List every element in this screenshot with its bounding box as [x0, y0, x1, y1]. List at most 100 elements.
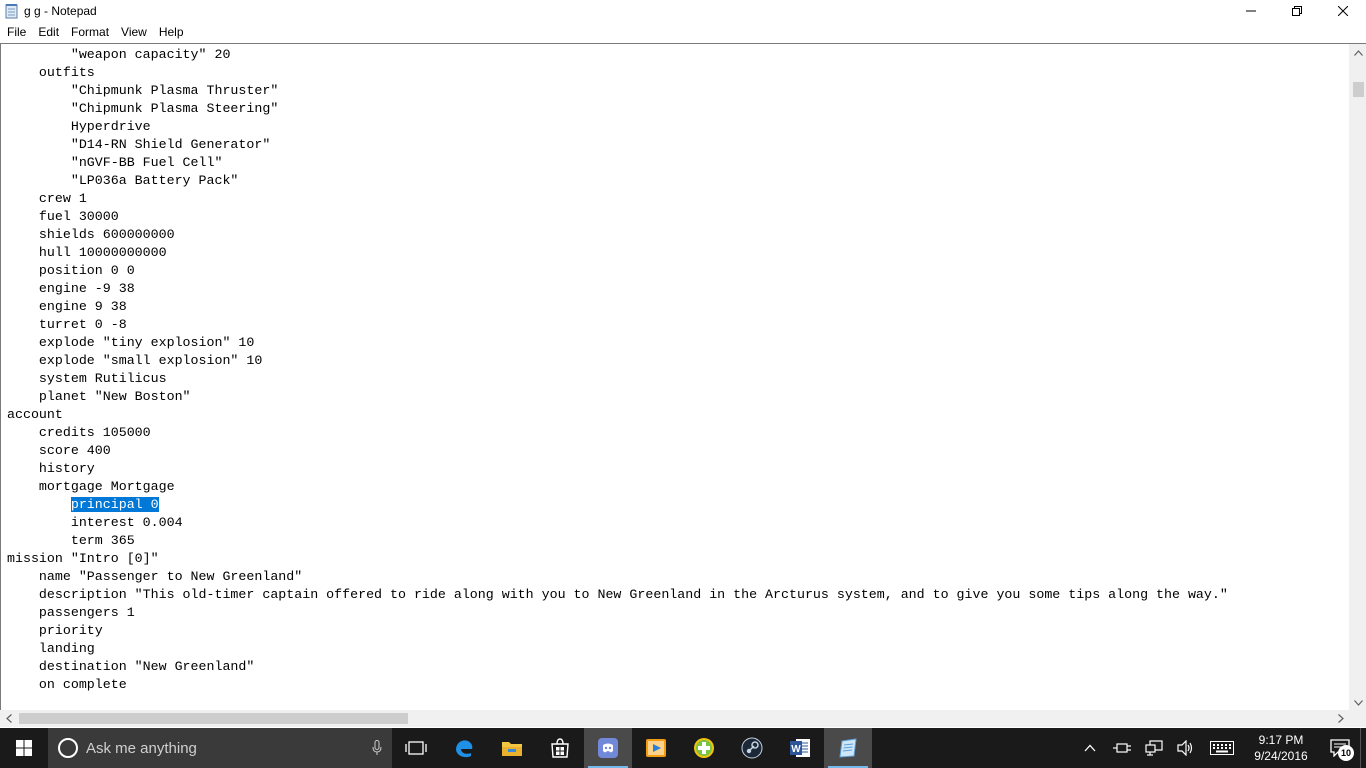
taskbar-clock[interactable]: 9:17 PM 9/24/2016 — [1242, 728, 1320, 768]
store-button[interactable] — [536, 728, 584, 768]
close-button[interactable] — [1320, 0, 1366, 22]
vertical-scroll-thumb[interactable] — [1353, 82, 1364, 97]
chevron-down-icon — [1354, 699, 1363, 706]
volume-tray-button[interactable] — [1170, 728, 1202, 768]
selected-text[interactable]: principal 0 — [70, 497, 159, 512]
menu-format[interactable]: Format — [65, 22, 115, 43]
text-line[interactable]: Hyperdrive — [7, 118, 1348, 136]
chevron-left-icon — [5, 714, 12, 723]
window-title: g g - Notepad — [24, 4, 97, 18]
file-explorer-button[interactable] — [488, 728, 536, 768]
text-line[interactable]: priority — [7, 622, 1348, 640]
text-line[interactable]: history — [7, 460, 1348, 478]
system-tray: 9:17 PM 9/24/2016 10 — [1074, 728, 1366, 768]
text-line[interactable]: term 365 — [7, 532, 1348, 550]
text-line[interactable]: engine 9 38 — [7, 298, 1348, 316]
text-line[interactable]: account — [7, 406, 1348, 424]
word-button[interactable]: W — [776, 728, 824, 768]
windows-logo-icon — [16, 740, 32, 756]
text-line[interactable]: passengers 1 — [7, 604, 1348, 622]
steam-button[interactable] — [728, 728, 776, 768]
text-line[interactable]: mission "Intro [0]" — [7, 550, 1348, 568]
text-line[interactable]: crew 1 — [7, 190, 1348, 208]
text-line[interactable]: hull 10000000000 — [7, 244, 1348, 262]
text-line[interactable]: score 400 — [7, 442, 1348, 460]
text-line[interactable]: "Chipmunk Plasma Steering" — [7, 100, 1348, 118]
text-line[interactable]: system Rutilicus — [7, 370, 1348, 388]
search-placeholder: Ask me anything — [86, 739, 197, 757]
scroll-up-button[interactable] — [1350, 44, 1366, 61]
menu-edit[interactable]: Edit — [32, 22, 65, 43]
vertical-scrollbar[interactable] — [1349, 44, 1366, 710]
discord-button[interactable] — [584, 728, 632, 768]
notepad-icon — [4, 3, 20, 19]
text-line[interactable]: "LP036a Battery Pack" — [7, 172, 1348, 190]
network-tray-button[interactable] — [1138, 728, 1170, 768]
power-tray-button[interactable] — [1106, 728, 1138, 768]
chevron-up-icon — [1354, 49, 1363, 56]
text-line[interactable]: interest 0.004 — [7, 514, 1348, 532]
menu-help[interactable]: Help — [153, 22, 190, 43]
window-controls — [1228, 0, 1366, 22]
notepad-taskbar-button[interactable] — [824, 728, 872, 768]
text-line[interactable]: fuel 30000 — [7, 208, 1348, 226]
media-player-icon — [646, 739, 666, 757]
text-content[interactable]: "weapon capacity" 20 outfits "Chipmunk P… — [7, 46, 1348, 710]
volume-icon — [1177, 740, 1193, 756]
menu-bar: File Edit Format View Help — [0, 22, 1366, 43]
text-line[interactable]: explode "small explosion" 10 — [7, 352, 1348, 370]
text-line[interactable]: shields 600000000 — [7, 226, 1348, 244]
media-player-button[interactable] — [632, 728, 680, 768]
restore-icon — [1292, 6, 1302, 16]
restore-button[interactable] — [1274, 0, 1320, 22]
text-line[interactable]: explode "tiny explosion" 10 — [7, 334, 1348, 352]
text-line[interactable]: name "Passenger to New Greenland" — [7, 568, 1348, 586]
horizontal-scroll-thumb[interactable] — [19, 713, 408, 724]
text-line[interactable]: on complete — [7, 676, 1348, 694]
edge-button[interactable] — [440, 728, 488, 768]
text-line[interactable]: principal 0 — [7, 496, 1348, 514]
network-icon — [1145, 740, 1163, 756]
text-line[interactable]: "nGVF-BB Fuel Cell" — [7, 154, 1348, 172]
keyboard-icon — [1210, 741, 1234, 755]
scrollbar-corner — [1349, 710, 1366, 727]
text-line[interactable]: "Chipmunk Plasma Thruster" — [7, 82, 1348, 100]
start-button[interactable] — [0, 728, 48, 768]
cortana-search-box[interactable]: Ask me anything — [48, 728, 392, 768]
show-desktop-button[interactable] — [1360, 728, 1366, 768]
horizontal-scrollbar[interactable] — [0, 710, 1349, 727]
text-line[interactable]: outfits — [7, 64, 1348, 82]
menu-file[interactable]: File — [1, 22, 32, 43]
microphone-icon[interactable] — [372, 740, 382, 759]
show-hidden-icons-button[interactable] — [1074, 728, 1106, 768]
text-line[interactable]: "D14-RN Shield Generator" — [7, 136, 1348, 154]
text-line[interactable]: credits 105000 — [7, 424, 1348, 442]
text-line[interactable]: landing — [7, 640, 1348, 658]
plus-app-button[interactable] — [680, 728, 728, 768]
text-line[interactable]: destination "New Greenland" — [7, 658, 1348, 676]
text-line[interactable]: turret 0 -8 — [7, 316, 1348, 334]
scroll-right-button[interactable] — [1332, 710, 1349, 727]
word-icon: W — [790, 739, 810, 757]
text-editor[interactable]: "weapon capacity" 20 outfits "Chipmunk P… — [0, 43, 1366, 710]
text-line[interactable]: "weapon capacity" 20 — [7, 46, 1348, 64]
discord-icon — [598, 738, 618, 758]
chevron-up-icon — [1084, 744, 1096, 752]
text-line[interactable]: position 0 0 — [7, 262, 1348, 280]
task-view-button[interactable] — [392, 728, 440, 768]
scroll-down-button[interactable] — [1350, 694, 1366, 710]
menu-view[interactable]: View — [115, 22, 153, 43]
text-line[interactable]: planet "New Boston" — [7, 388, 1348, 406]
steam-icon — [741, 737, 763, 759]
text-line[interactable]: description "This old-timer captain offe… — [7, 586, 1348, 604]
text-line[interactable]: mortgage Mortgage — [7, 478, 1348, 496]
text-line[interactable]: engine -9 38 — [7, 280, 1348, 298]
action-center-button[interactable]: 10 — [1320, 728, 1360, 768]
minimize-button[interactable] — [1228, 0, 1274, 22]
clock-time: 9:17 PM — [1258, 733, 1304, 747]
scroll-left-button[interactable] — [0, 710, 17, 727]
title-bar[interactable]: g g - Notepad — [0, 0, 1366, 22]
power-plug-icon — [1113, 743, 1131, 753]
chevron-right-icon — [1337, 714, 1344, 723]
keyboard-tray-button[interactable] — [1202, 728, 1242, 768]
